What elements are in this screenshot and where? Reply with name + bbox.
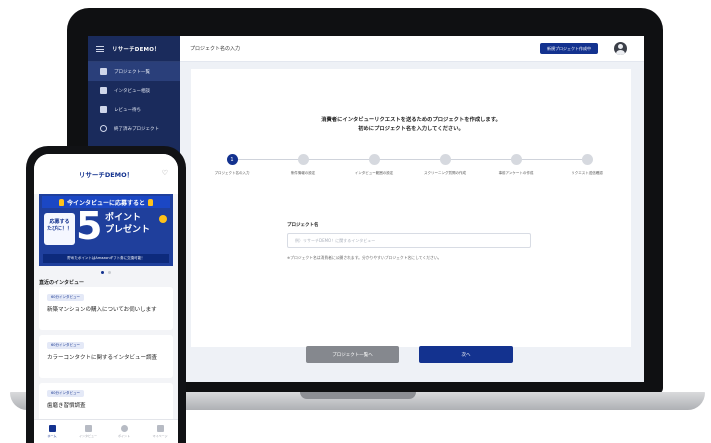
home-icon xyxy=(48,425,56,432)
banner-left-box: 応募する たびに！！ xyxy=(44,213,75,245)
step-label: 事前アンケートの作成 xyxy=(498,171,534,175)
interview-title: カラーコンタクトに関するインタビュー調査 xyxy=(47,355,158,361)
banner-left-line1: 応募する xyxy=(49,219,70,225)
sidebar-item-review[interactable]: レビュー待ち xyxy=(88,100,180,119)
step-3: インタビュー範囲の設定 xyxy=(344,154,404,176)
menu-icon[interactable] xyxy=(96,45,104,52)
tab-label: ホーム xyxy=(47,434,57,438)
step-dot: 1 xyxy=(226,154,238,165)
tab-label: マイページ xyxy=(152,434,168,438)
page-title: プロジェクト名の入力 xyxy=(190,46,241,52)
banner-headline-bar: 今インタビューに応募すると xyxy=(42,196,170,208)
bulb-icon xyxy=(148,198,153,206)
carousel-dot[interactable] xyxy=(108,271,111,274)
tab-points[interactable]: ポイント xyxy=(106,420,142,443)
review-icon xyxy=(100,106,107,113)
step-dot xyxy=(368,154,380,165)
step-4: スクリーニング質問の作成 xyxy=(415,154,475,176)
intro-line-2: 初めにプロジェクト名を入力してください。 xyxy=(358,126,464,132)
interview-card[interactable]: 60分インタビュー カラーコンタクトに関するインタビュー調査 xyxy=(39,335,173,378)
tab-label: ポイント xyxy=(117,434,130,438)
sidebar-item-interview-consult[interactable]: インタビュー相談 xyxy=(88,81,180,100)
banner-footer: 貯めたポイントはAmazonギフト券に交換可能！ xyxy=(43,254,169,263)
step-1: 1 プロジェクト名の入力 xyxy=(202,154,262,176)
step-label: インタビュー範囲の設定 xyxy=(354,171,394,175)
sidebar-item-label: 終了済みプロジェクト xyxy=(114,126,159,132)
step-dot xyxy=(439,154,451,165)
step-dot xyxy=(581,154,593,165)
project-name-label: プロジェクト名 xyxy=(287,223,319,228)
new-project-button[interactable]: 新規プロジェクト作成中 xyxy=(540,43,598,54)
interview-title: 新築マンションの購入についてお伺いします xyxy=(47,307,157,313)
video-icon xyxy=(100,87,107,94)
interview-card[interactable]: 60分インタビュー 歯磨き習慣調査 xyxy=(39,383,173,423)
step-5: 事前アンケートの作成 xyxy=(486,154,546,176)
step-dot xyxy=(297,154,309,165)
back-to-projects-button[interactable]: プロジェクト一覧へ xyxy=(306,346,399,363)
tab-interview[interactable]: インタビュー xyxy=(70,420,106,443)
mobile-app: リサーチDEMO！ ♡ 今インタビューに応募すると 応募する たびに！！ 5 ポ… xyxy=(34,154,178,443)
topbar: プロジェクト名の入力 新規プロジェクト作成中 xyxy=(180,36,644,62)
banner-points-line2: プレゼント xyxy=(105,225,151,235)
sidebar-item-label: インタビュー相談 xyxy=(114,88,150,94)
laptop-notch xyxy=(300,392,416,399)
duration-tag: 60分インタビュー xyxy=(47,390,84,397)
banner-points-line1: ポイント xyxy=(105,213,142,223)
step-label: 条件情報の設定 xyxy=(290,171,316,175)
carousel-dots xyxy=(34,271,178,274)
sidebar-header: リサーチDEMO！ xyxy=(88,36,180,62)
banner-big-number: 5 xyxy=(76,204,103,248)
mobile-header: リサーチDEMO！ ♡ xyxy=(34,154,178,194)
sidebar-item-label: プロジェクト一覧 xyxy=(114,69,150,75)
intro-line-1: 消費者にインタビューリクエストを送るためのプロジェクトを作成します。 xyxy=(321,117,501,123)
duration-tag: 60分インタビュー xyxy=(47,294,84,301)
avatar[interactable] xyxy=(614,42,627,55)
main-card: 消費者にインタビューリクエストを送るためのプロジェクトを作成します。 初めにプロ… xyxy=(191,69,631,363)
step-dot xyxy=(510,154,522,165)
mobile-title: リサーチDEMO！ xyxy=(78,171,134,179)
campaign-banner[interactable]: 今インタビューに応募すると 応募する たびに！！ 5 ポイント プレゼント 貯め… xyxy=(39,194,173,266)
project-name-hint: ※プロジェクト名は消費者に公開されます。分かりやすいプロジェクト名にしてください… xyxy=(287,255,442,260)
step-label: プロジェクト名の入力 xyxy=(214,171,250,175)
interview-card[interactable]: 60分インタビュー 新築マンションの購入についてお伺いします xyxy=(39,287,173,330)
next-button[interactable]: 次へ xyxy=(419,346,513,363)
stepper: 1 プロジェクト名の入力 条件情報の設定 インタビュー範囲の設定 スクリーニング… xyxy=(215,154,603,184)
step-2: 条件情報の設定 xyxy=(273,154,333,176)
document-icon xyxy=(100,68,107,75)
points-icon xyxy=(120,425,128,432)
bottom-tabbar: ホーム インタビュー ポイント マイページ xyxy=(34,419,178,443)
sidebar-item-projects[interactable]: プロジェクト一覧 xyxy=(88,62,180,81)
step-6: リクエスト送信確認 xyxy=(557,154,617,176)
user-icon xyxy=(156,425,164,432)
tab-home[interactable]: ホーム xyxy=(34,420,70,443)
sidebar-item-label: レビュー待ち xyxy=(114,107,141,113)
step-label: リクエスト送信確認 xyxy=(571,171,603,175)
sidebar-brand: リサーチDEMO！ xyxy=(112,46,160,53)
project-name-input[interactable]: 例）リサーチDEMO！に関するインタビュー xyxy=(287,233,531,248)
step-label: スクリーニング質問の作成 xyxy=(424,171,466,175)
video-icon xyxy=(84,425,92,432)
carousel-dot[interactable] xyxy=(101,271,104,274)
section-title: 直近のインタビュー xyxy=(39,280,85,286)
tab-label: インタビュー xyxy=(78,434,97,438)
clock-icon xyxy=(100,125,107,132)
banner-points-text: ポイント プレゼント xyxy=(105,212,150,236)
bulb-icon xyxy=(58,198,64,206)
sidebar-item-finished[interactable]: 終了済みプロジェクト xyxy=(88,119,180,138)
bell-icon[interactable]: ♡ xyxy=(162,169,168,177)
coin-icon xyxy=(159,215,167,223)
tab-mypage[interactable]: マイページ xyxy=(142,420,178,443)
duration-tag: 60分インタビュー xyxy=(47,342,84,349)
banner-left-line2: たびに！！ xyxy=(46,226,72,232)
interview-title: 歯磨き習慣調査 xyxy=(47,403,86,409)
